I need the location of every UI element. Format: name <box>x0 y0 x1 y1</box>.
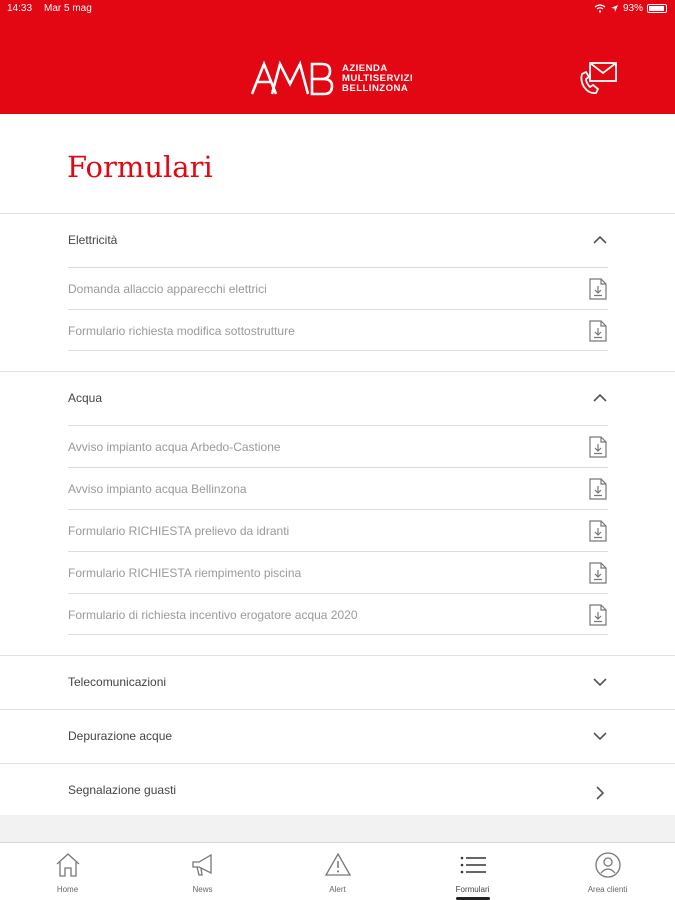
section-label: Telecomunicazioni <box>68 675 167 689</box>
tab-bar: Home News Alert Formulari Area clienti <box>0 842 675 900</box>
brand-line-3: BELLINZONA <box>342 83 409 94</box>
form-item-label: Formulario RICHIESTA riempimento piscina <box>68 566 302 580</box>
chevron-down-icon <box>593 732 607 741</box>
status-right: 93% <box>594 3 667 14</box>
tab-label: Formulari <box>455 885 490 894</box>
brand-name: AZIENDA MULTISERVIZI BELLINZONA <box>342 64 413 94</box>
section-items: Avviso impianto acqua Arbedo-Castione Av… <box>0 425 675 655</box>
section-depurazione-acque: Depurazione acque <box>0 709 675 763</box>
chevron-right-icon <box>596 786 605 800</box>
section-label: Acqua <box>68 391 103 405</box>
form-item[interactable]: Formulario RICHIESTA prelievo da idranti <box>68 509 608 551</box>
download-document-icon[interactable] <box>588 477 608 501</box>
section-telecomunicazioni: Telecomunicazioni <box>0 655 675 709</box>
form-item-label: Formulario RICHIESTA prelievo da idranti <box>68 524 290 538</box>
chevron-up-icon <box>593 393 607 402</box>
download-document-icon[interactable] <box>588 603 608 627</box>
list-icon <box>460 856 486 874</box>
download-document-icon[interactable] <box>588 319 608 343</box>
contact-mail-phone-icon[interactable] <box>578 60 618 96</box>
section-header-segnalazione-guasti[interactable]: Segnalazione guasti <box>0 764 675 817</box>
battery-icon <box>647 4 667 13</box>
home-icon <box>56 853 79 877</box>
chevron-down-icon <box>593 678 607 687</box>
section-header-elettricita[interactable]: Elettricità <box>0 214 675 267</box>
warning-icon <box>324 852 351 876</box>
download-document-icon[interactable] <box>588 277 608 301</box>
download-document-icon[interactable] <box>588 519 608 543</box>
brand-logo: AZIENDA MULTISERVIZI BELLINZONA <box>250 60 413 98</box>
section-label: Elettricità <box>68 233 118 247</box>
tab-label: Home <box>56 885 79 894</box>
section-label: Segnalazione guasti <box>68 783 177 797</box>
form-item[interactable]: Avviso impianto acqua Bellinzona <box>68 467 608 509</box>
amb-logo-mark <box>250 60 334 96</box>
wifi-icon <box>594 4 606 13</box>
form-item-label: Formulario di richiesta incentivo erogat… <box>68 608 358 622</box>
tab-label: News <box>192 885 213 894</box>
status-time: 14:33 <box>7 3 33 14</box>
tab-label: Alert <box>329 885 346 894</box>
list-bottom-spacer <box>0 815 675 843</box>
form-item[interactable]: Formulario di richiesta incentivo erogat… <box>68 593 608 635</box>
form-item-label: Avviso impianto acqua Bellinzona <box>68 482 247 496</box>
form-item[interactable]: Formulario richiesta modifica sottostrut… <box>68 309 608 351</box>
tab-formulari[interactable]: Formulari <box>405 843 540 900</box>
form-item-label: Avviso impianto acqua Arbedo-Castione <box>68 440 281 454</box>
section-header-depurazione-acque[interactable]: Depurazione acque <box>0 710 675 763</box>
tab-label: Area clienti <box>587 885 628 894</box>
form-item[interactable]: Domanda allaccio apparecchi elettrici <box>68 267 608 309</box>
tab-home[interactable]: Home <box>0 843 135 900</box>
section-acqua: Acqua Avviso impianto acqua Arbedo-Casti… <box>0 371 675 655</box>
section-elettricita: Elettricità Domanda allaccio apparecchi … <box>0 213 675 371</box>
app-header: 14:33 Mar 5 mag 93% AZIENDA MULTISERVIZI… <box>0 0 675 114</box>
form-item-label: Formulario richiesta modifica sottostrut… <box>68 324 295 338</box>
section-header-telecomunicazioni[interactable]: Telecomunicazioni <box>0 656 675 709</box>
tab-area-clienti[interactable]: Area clienti <box>540 843 675 900</box>
tab-alert[interactable]: Alert <box>270 843 405 900</box>
section-items: Domanda allaccio apparecchi elettrici Fo… <box>0 267 675 371</box>
location-icon <box>610 5 618 12</box>
tab-news[interactable]: News <box>135 843 270 900</box>
form-item[interactable]: Formulario RICHIESTA riempimento piscina <box>68 551 608 593</box>
download-document-icon[interactable] <box>588 435 608 459</box>
status-date: Mar 5 mag <box>44 3 92 14</box>
chevron-up-icon <box>593 235 607 244</box>
user-icon <box>594 852 621 878</box>
section-label: Depurazione acque <box>68 729 173 743</box>
form-item-label: Domanda allaccio apparecchi elettrici <box>68 282 267 296</box>
forms-list: Elettricità Domanda allaccio apparecchi … <box>0 213 675 818</box>
section-segnalazione-guasti: Segnalazione guasti <box>0 763 675 818</box>
form-item[interactable]: Avviso impianto acqua Arbedo-Castione <box>68 425 608 467</box>
megaphone-icon <box>191 853 212 876</box>
status-bar: 14:33 Mar 5 mag 93% <box>0 3 675 17</box>
page-title: Formulari <box>67 150 213 184</box>
section-header-acqua[interactable]: Acqua <box>0 372 675 425</box>
battery-percent: 93% <box>622 3 643 14</box>
download-document-icon[interactable] <box>588 561 608 585</box>
